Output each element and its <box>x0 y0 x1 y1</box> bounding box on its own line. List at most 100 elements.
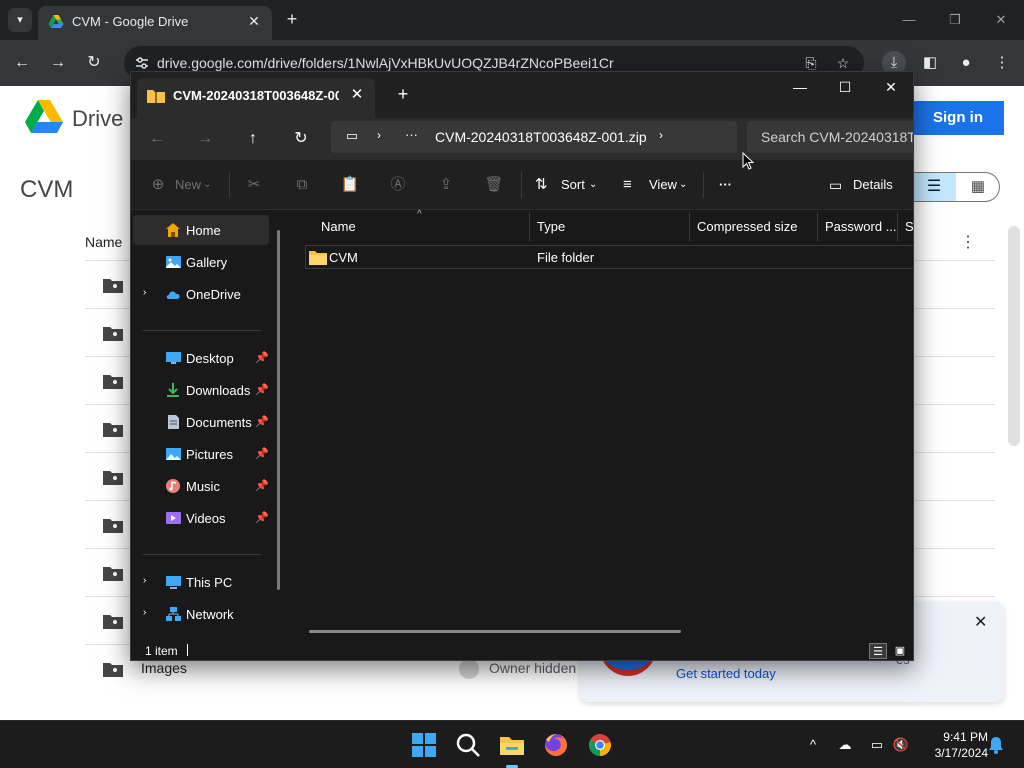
nav-item-gallery[interactable]: Gallery <box>133 247 269 277</box>
delete-icon[interactable]: 🗑 <box>483 174 505 196</box>
side-panel-icon[interactable]: ◧ <box>918 51 942 75</box>
notification-bell-icon[interactable] <box>988 736 1004 754</box>
forward-button[interactable]: → <box>46 51 70 75</box>
column-header-compressed-size[interactable]: Compressed size <box>697 219 797 234</box>
install-app-icon[interactable]: ⎘ <box>802 54 820 72</box>
explorer-title-bar: CVM-20240318T003648Z-001. ✕ + — ☐ ✕ <box>131 72 913 118</box>
column-header-name[interactable]: Name <box>321 219 356 234</box>
column-header-password[interactable]: Password ... <box>825 219 897 234</box>
expand-chevron-icon[interactable]: › <box>143 607 146 618</box>
view-button[interactable]: View <box>649 174 677 196</box>
promo-get-started-link[interactable]: Get started today <box>676 666 776 681</box>
tab-search-button[interactable]: ▾ <box>8 8 32 32</box>
cloud-sync-icon[interactable]: ☁ <box>836 736 854 754</box>
paste-icon[interactable]: 📋 <box>339 174 361 196</box>
profile-icon[interactable]: ● <box>954 51 978 75</box>
nav-item-desktop[interactable]: Desktop 📌 <box>133 343 269 373</box>
browser-tab-active[interactable]: CVM - Google Drive ✕ <box>38 6 272 40</box>
explorer-refresh-button[interactable]: ↻ <box>287 126 315 152</box>
nav-item-music[interactable]: Music 📌 <box>133 471 269 501</box>
nav-item-videos[interactable]: Videos 📌 <box>133 503 269 533</box>
explorer-maximize-button[interactable]: ☐ <box>830 76 860 98</box>
close-explorer-tab-icon[interactable]: ✕ <box>347 85 367 105</box>
close-tab-icon[interactable]: ✕ <box>244 11 264 31</box>
file-explorer-taskbar-icon[interactable] <box>496 729 528 768</box>
nav-item-onedrive[interactable]: › OneDrive <box>133 279 269 309</box>
tiles-view-toggle-icon[interactable]: ▣ <box>891 643 909 659</box>
pin-icon: 📌 <box>255 480 269 492</box>
drive-scrollbar[interactable] <box>1008 226 1020 446</box>
close-window-button[interactable]: ✕ <box>986 8 1016 32</box>
sort-button[interactable]: Sort <box>561 174 585 196</box>
horizontal-scrollbar[interactable] <box>309 630 681 633</box>
explorer-close-button[interactable]: ✕ <box>876 76 906 98</box>
drive-folder-title: CVM <box>20 176 74 203</box>
column-divider[interactable] <box>689 213 690 241</box>
explorer-back-button[interactable]: ← <box>143 126 171 152</box>
chrome-menu-icon[interactable]: ⋮ <box>990 51 1014 75</box>
drive-app-name: Drive <box>72 106 124 131</box>
nav-item-network[interactable]: › Network <box>133 599 269 629</box>
file-row[interactable]: CVM File folder <box>305 245 913 269</box>
shared-folder-icon <box>103 471 123 485</box>
cut-icon[interactable]: ✂ <box>243 174 265 196</box>
nav-item-label: This PC <box>186 575 233 590</box>
expand-chevron-icon[interactable]: › <box>143 575 146 586</box>
column-header-size[interactable]: Si <box>905 219 913 234</box>
nav-item-label: Downloads <box>186 383 251 398</box>
explorer-search-box[interactable]: Search CVM-20240318T0 <box>747 121 914 153</box>
this-pc-icon[interactable]: ▭ <box>343 128 361 144</box>
explorer-new-tab-button[interactable]: + <box>393 84 413 104</box>
column-divider[interactable] <box>897 213 898 241</box>
column-header-type[interactable]: Type <box>537 219 565 234</box>
details-button[interactable]: Details <box>853 174 893 196</box>
explorer-minimize-button[interactable]: — <box>785 76 815 98</box>
breadcrumb-current[interactable]: CVM-20240318T003648Z-001.zip <box>435 129 647 145</box>
new-button[interactable]: New <box>175 174 201 196</box>
drive-column-name[interactable]: Name <box>85 234 122 250</box>
drive-more-options-icon[interactable]: ⋮ <box>960 232 976 252</box>
nav-item-home[interactable]: Home <box>133 215 269 245</box>
reload-button[interactable]: ↻ <box>82 51 106 75</box>
explorer-tab[interactable]: CVM-20240318T003648Z-001. ✕ <box>137 78 375 118</box>
explorer-forward-button[interactable]: → <box>191 126 219 152</box>
site-info-icon[interactable] <box>134 55 150 71</box>
new-tab-button[interactable]: + <box>282 9 302 29</box>
nav-item-downloads[interactable]: Downloads 📌 <box>133 375 269 405</box>
breadcrumb-separator[interactable]: › <box>377 128 381 142</box>
chrome-icon[interactable] <box>584 729 616 761</box>
breadcrumb-overflow[interactable]: ··· <box>405 127 418 142</box>
details-view-toggle-icon[interactable]: ☰ <box>869 643 887 659</box>
nav-pane-scrollbar[interactable] <box>277 230 280 590</box>
search-icon[interactable] <box>452 729 484 761</box>
firefox-icon[interactable] <box>540 729 572 761</box>
column-divider[interactable] <box>817 213 818 241</box>
copy-icon[interactable]: ⧉ <box>291 174 313 196</box>
back-button[interactable]: ← <box>10 51 34 75</box>
show-hidden-icons-chevron-icon[interactable]: ^ <box>804 736 822 754</box>
expand-chevron-icon[interactable]: › <box>143 287 146 298</box>
nav-item-pictures[interactable]: Pictures 📌 <box>133 439 269 469</box>
share-icon[interactable]: ⇪ <box>435 174 457 196</box>
nav-item-documents[interactable]: Documents 📌 <box>133 407 269 437</box>
explorer-up-button[interactable]: ↑ <box>239 126 267 152</box>
column-divider[interactable] <box>529 213 530 241</box>
list-view-icon[interactable]: ☰ <box>912 173 956 201</box>
grid-view-icon[interactable]: ▦ <box>956 173 1000 201</box>
restore-button[interactable]: ❐ <box>940 8 970 32</box>
system-clock[interactable]: 9:41 PM 3/17/2024 <box>918 729 988 761</box>
breadcrumb[interactable]: ▭ › ··· CVM-20240318T003648Z-001.zip › <box>331 121 737 153</box>
cloud-icon <box>166 291 180 299</box>
search-placeholder: Search CVM-20240318T0 <box>761 129 914 145</box>
nav-item-this-pc[interactable]: › This PC <box>133 567 269 597</box>
breadcrumb-end-separator[interactable]: › <box>659 128 663 142</box>
rename-icon[interactable]: Ⓐ <box>387 174 409 196</box>
network-status-icon[interactable]: ▭ <box>868 736 886 754</box>
windows-start-icon[interactable] <box>408 729 440 761</box>
promo-close-icon[interactable]: ✕ <box>974 612 987 632</box>
volume-muted-icon[interactable]: 🔇 <box>892 736 910 754</box>
minimize-button[interactable]: — <box>894 8 924 32</box>
bookmark-star-icon[interactable]: ☆ <box>834 54 852 72</box>
sign-in-button[interactable]: Sign in <box>912 101 1004 135</box>
see-more-button[interactable]: ··· <box>719 174 732 196</box>
